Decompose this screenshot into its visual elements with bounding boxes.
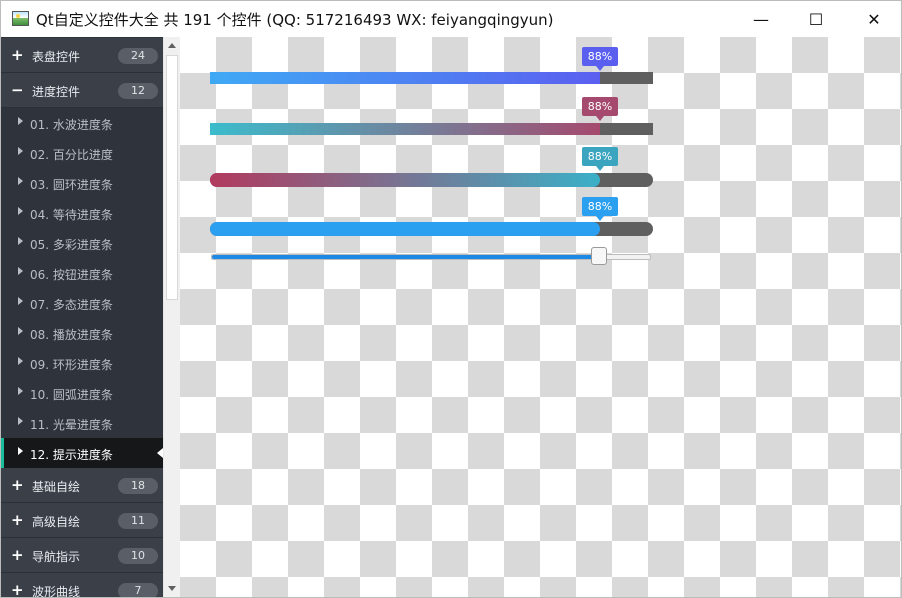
expand-icon: + [11, 581, 24, 597]
nav-group-label: 进度控件 [32, 85, 81, 99]
caret-right-icon [18, 207, 23, 215]
sidebar-item-label: 03. 圆环进度条 [30, 178, 113, 192]
caret-right-icon [18, 387, 23, 395]
count-badge: 18 [118, 478, 158, 494]
sidebar-item-11[interactable]: 11. 光晕进度条 [1, 408, 163, 438]
caret-right-icon [18, 267, 23, 275]
sidebar-item-label: 12. 提示进度条 [30, 448, 113, 462]
caret-right-icon [18, 237, 23, 245]
nav-group-navigation[interactable]: + 导航指示 10 [1, 538, 163, 573]
expand-icon: + [11, 546, 24, 564]
progress-track [210, 173, 653, 187]
nav-group-label: 波形曲线 [32, 585, 81, 597]
caret-right-icon [18, 297, 23, 305]
sidebar-item-06[interactable]: 06. 按钮进度条 [1, 258, 163, 288]
value-tip: 88% [582, 47, 618, 71]
expand-icon: + [11, 511, 24, 529]
caret-right-icon [18, 357, 23, 365]
caret-right-icon [18, 147, 23, 155]
sidebar-item-09[interactable]: 09. 环形进度条 [1, 348, 163, 378]
count-badge: 12 [118, 83, 158, 99]
active-indicator [1, 438, 4, 468]
sidebar-item-08[interactable]: 08. 播放进度条 [1, 318, 163, 348]
nav-group-waveform[interactable]: + 波形曲线 7 [1, 573, 163, 597]
window-title: Qt自定义控件大全 共 191 个控件 (QQ: 517216493 WX: f… [36, 11, 554, 29]
caret-right-icon [18, 117, 23, 125]
caret-right-icon [18, 447, 23, 455]
sidebar-item-label: 04. 等待进度条 [30, 208, 113, 222]
title-bar: Qt自定义控件大全 共 191 个控件 (QQ: 517216493 WX: f… [0, 0, 902, 37]
progress-fill [210, 123, 600, 135]
sidebar-item-label: 05. 多彩进度条 [30, 238, 113, 252]
sidebar-item-01[interactable]: 01. 水波进度条 [1, 108, 163, 138]
sidebar-item-10[interactable]: 10. 圆弧进度条 [1, 378, 163, 408]
sidebar-item-label: 06. 按钮进度条 [30, 268, 113, 282]
maximize-button[interactable]: ☐ [793, 1, 839, 37]
minimize-button[interactable]: — [738, 1, 784, 37]
preview-area: 88% 88% 88% 88% [180, 37, 901, 597]
nav-group-dashboard[interactable]: + 表盘控件 24 [1, 38, 163, 73]
scroll-thumb[interactable] [166, 55, 178, 300]
progress-track [210, 222, 653, 236]
count-badge: 11 [118, 513, 158, 529]
value-tip: 88% [582, 197, 618, 221]
sidebar-item-label: 02. 百分比进度 [30, 148, 113, 162]
sidebar-item-07[interactable]: 07. 多态进度条 [1, 288, 163, 318]
sidebar-item-label: 11. 光晕进度条 [30, 418, 113, 432]
nav-group-label: 高级自绘 [32, 515, 81, 529]
progress-track [210, 72, 653, 84]
sidebar-item-label: 07. 多态进度条 [30, 298, 113, 312]
slider-fill [212, 255, 599, 259]
sidebar-item-02[interactable]: 02. 百分比进度 [1, 138, 163, 168]
nav-group-label: 导航指示 [32, 550, 81, 564]
sidebar-item-label: 01. 水波进度条 [30, 118, 113, 132]
nav-group-label: 基础自绘 [32, 480, 81, 494]
scroll-up-icon[interactable] [168, 43, 176, 48]
progress-track [210, 123, 653, 135]
slider-handle[interactable] [591, 247, 607, 265]
picture-icon [12, 11, 29, 26]
sidebar-item-04[interactable]: 04. 等待进度条 [1, 198, 163, 228]
progress-fill [210, 222, 600, 236]
value-tip: 88% [582, 97, 618, 121]
caret-right-icon [18, 177, 23, 185]
progress-fill [210, 173, 600, 187]
count-badge: 24 [118, 48, 158, 64]
sidebar-item-label: 10. 圆弧进度条 [30, 388, 113, 402]
progress-fill [210, 72, 600, 84]
nav-group-progress[interactable]: − 进度控件 12 [1, 73, 163, 108]
sidebar-item-12-active[interactable]: 12. 提示进度条 [1, 438, 163, 468]
sidebar-item-label: 08. 播放进度条 [30, 328, 113, 342]
nav-group-basic-draw[interactable]: + 基础自绘 18 [1, 468, 163, 503]
count-badge: 7 [118, 583, 158, 597]
close-button[interactable]: ✕ [851, 1, 897, 37]
expand-icon: + [11, 476, 24, 494]
sidebar-item-label: 09. 环形进度条 [30, 358, 113, 372]
value-tip: 88% [582, 147, 618, 171]
expand-icon: + [11, 46, 24, 64]
sidebar-scrollbar[interactable] [163, 37, 180, 597]
sidebar-item-03[interactable]: 03. 圆环进度条 [1, 168, 163, 198]
nav-group-label: 表盘控件 [32, 50, 81, 64]
caret-right-icon [18, 417, 23, 425]
scroll-down-icon[interactable] [168, 586, 176, 591]
caret-right-icon [18, 327, 23, 335]
sidebar-nav: + 表盘控件 24 − 进度控件 12 01. 水波进度条 02. 百分比进度 … [1, 37, 163, 597]
collapse-icon: − [11, 81, 24, 99]
nav-group-advanced-draw[interactable]: + 高级自绘 11 [1, 503, 163, 538]
count-badge: 10 [118, 548, 158, 564]
sidebar-item-05[interactable]: 05. 多彩进度条 [1, 228, 163, 258]
value-slider[interactable] [211, 247, 651, 265]
